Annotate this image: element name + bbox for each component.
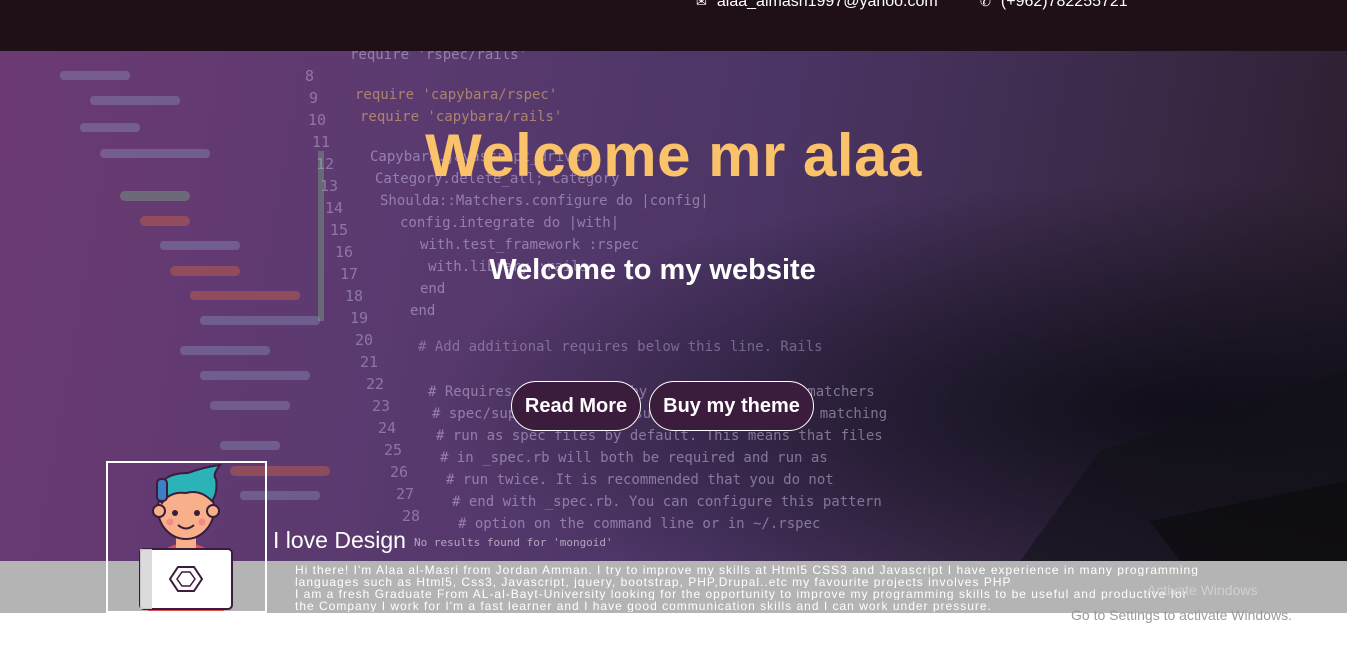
- svg-text:# in _spec.rb will both be req: # in _spec.rb will both be required and …: [440, 450, 828, 466]
- svg-text:20: 20: [355, 331, 373, 349]
- svg-text:No results found for 'mongoid': No results found for 'mongoid': [414, 536, 613, 549]
- svg-text:end: end: [410, 303, 435, 319]
- contact-email-text: alaa_almasri1997@yahoo.com: [716, 0, 938, 10]
- developer-avatar-icon: [139, 463, 233, 611]
- svg-text:23: 23: [372, 397, 390, 415]
- svg-text:# Add additional requires belo: # Add additional requires below this lin…: [418, 339, 823, 355]
- contact-email[interactable]: ✉ alaa_almasri1997@yahoo.com: [696, 0, 938, 11]
- avatar-frame: [106, 461, 267, 613]
- svg-text:22: 22: [366, 375, 384, 393]
- top-contact-bar: ✉ alaa_almasri1997@yahoo.com ✆ (+962)782…: [0, 0, 1347, 51]
- svg-text:9: 9: [309, 89, 318, 107]
- svg-text:19: 19: [350, 309, 368, 327]
- read-more-button[interactable]: Read More: [511, 381, 641, 431]
- svg-text:18: 18: [345, 287, 363, 305]
- svg-text:# run twice. It is recommended: # run twice. It is recommended that you …: [446, 472, 834, 488]
- contact-phone[interactable]: ✆ (+962)782255721: [980, 0, 1128, 11]
- svg-text:# run as spec files by default: # run as spec files by default. This mea…: [436, 428, 883, 444]
- svg-text:require 'capybara/rspec': require 'capybara/rspec': [355, 87, 557, 103]
- svg-text:Shoulda::Matchers.configure do: Shoulda::Matchers.configure do |config|: [380, 193, 709, 209]
- hero-title: Welcome mr alaa: [425, 122, 922, 189]
- activate-windows-message: Go to Settings to activate Windows.: [1071, 607, 1292, 623]
- svg-text:config.integrate do |with|: config.integrate do |with|: [400, 215, 619, 231]
- svg-text:14: 14: [325, 199, 343, 217]
- svg-text:24: 24: [378, 419, 396, 437]
- buy-theme-button[interactable]: Buy my theme: [649, 381, 814, 431]
- svg-text:21: 21: [360, 353, 378, 371]
- svg-text:25: 25: [384, 441, 402, 459]
- svg-text:require 'rspec/rails': require 'rspec/rails': [350, 51, 527, 63]
- phone-icon: ✆: [980, 0, 991, 9]
- svg-text:with.test_framework :rspec: with.test_framework :rspec: [420, 237, 639, 253]
- svg-text:# end with _spec.rb. You can c: # end with _spec.rb. You can configure t…: [452, 494, 882, 510]
- about-tagline: I love Design: [273, 527, 406, 553]
- svg-text:# option on the command line o: # option on the command line or in ~/.rs…: [458, 516, 820, 532]
- envelope-icon: ✉: [696, 0, 707, 9]
- hero-subtitle: Welcome to my website: [489, 254, 816, 286]
- svg-text:28: 28: [402, 507, 420, 525]
- about-line: Hi there! I'm Alaa al-Masri from Jordan …: [295, 564, 1199, 576]
- activate-windows-title: Activate Windows: [1147, 582, 1258, 598]
- svg-text:26: 26: [390, 463, 408, 481]
- svg-text:8: 8: [305, 67, 314, 85]
- svg-text:27: 27: [396, 485, 414, 503]
- contact-phone-text: (+962)782255721: [1000, 0, 1128, 10]
- svg-text:15: 15: [330, 221, 348, 239]
